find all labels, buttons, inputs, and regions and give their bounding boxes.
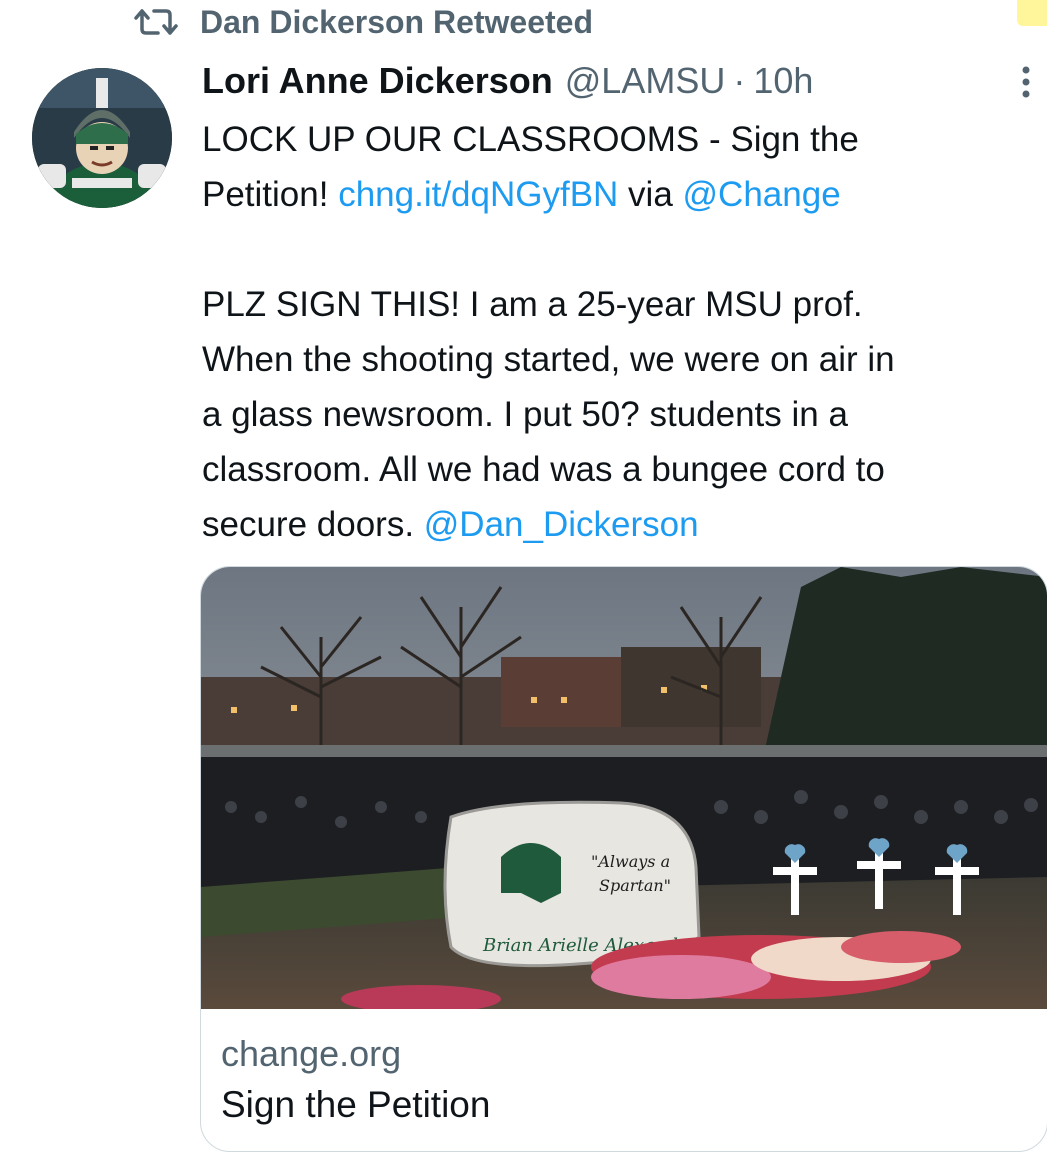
retweet-label: Dan Dickerson Retweeted [200, 3, 594, 40]
rock-motto-line2: Spartan" [599, 876, 671, 895]
tweet-text: LOCK UP OUR CLASSROOMS - Sign the Petiti… [202, 112, 1042, 552]
tweet-header: Lori Anne Dickerson @LAMSU · 10h [202, 60, 813, 110]
via-text: via [618, 175, 683, 214]
link-preview-card[interactable]: "Always a Spartan" Brian Arielle Alexand… [200, 566, 1047, 1152]
tweet-line-text: Petition! [202, 175, 339, 214]
separator-dot: · [733, 60, 746, 101]
tweet-line: PLZ SIGN THIS! I am a 25-year MSU prof. [202, 285, 863, 324]
rock-motto-line1: "Always a [591, 852, 670, 871]
tweet-line: classroom. All we had was a bungee cord … [202, 450, 885, 489]
corner-highlight [1017, 0, 1047, 26]
mascot-avatar-image [32, 68, 172, 208]
card-image: "Always a Spartan" Brian Arielle Alexand… [201, 567, 1047, 1009]
author-handle[interactable]: @LAMSU [565, 60, 726, 102]
retweet-indicator[interactable]: Dan Dickerson Retweeted [134, 0, 593, 44]
tweet-line: LOCK UP OUR CLASSROOMS - Sign the [202, 112, 1042, 167]
petition-link[interactable]: chng.it/dqNGyfBN [338, 175, 618, 214]
avatar[interactable] [32, 68, 172, 208]
tweet-line: When the shooting started, we were on ai… [202, 340, 895, 379]
mention-change-link[interactable]: @Change [683, 175, 841, 214]
author-name[interactable]: Lori Anne Dickerson [202, 60, 553, 102]
card-title: Sign the Petition [221, 1084, 491, 1125]
tweet-line-text: LOCK UP OUR CLASSROOMS - Sign the [202, 120, 859, 159]
tweet-line: secure doors. @Dan_Dickerson [202, 497, 1042, 552]
tweet-timestamp[interactable]: 10h [753, 60, 813, 102]
card-meta: change.org Sign the Petition [221, 1029, 490, 1131]
retweet-icon [134, 9, 178, 35]
tweet-line-text: secure doors. [202, 505, 424, 544]
more-options-icon[interactable] [1014, 64, 1038, 100]
tweet-line: a glass newsroom. I put 50? students in … [202, 395, 848, 434]
card-domain: change.org [221, 1033, 402, 1074]
tweet-line: Petition! chng.it/dqNGyfBN via @Change [202, 167, 1042, 222]
mention-dan-link[interactable]: @Dan_Dickerson [424, 505, 699, 544]
